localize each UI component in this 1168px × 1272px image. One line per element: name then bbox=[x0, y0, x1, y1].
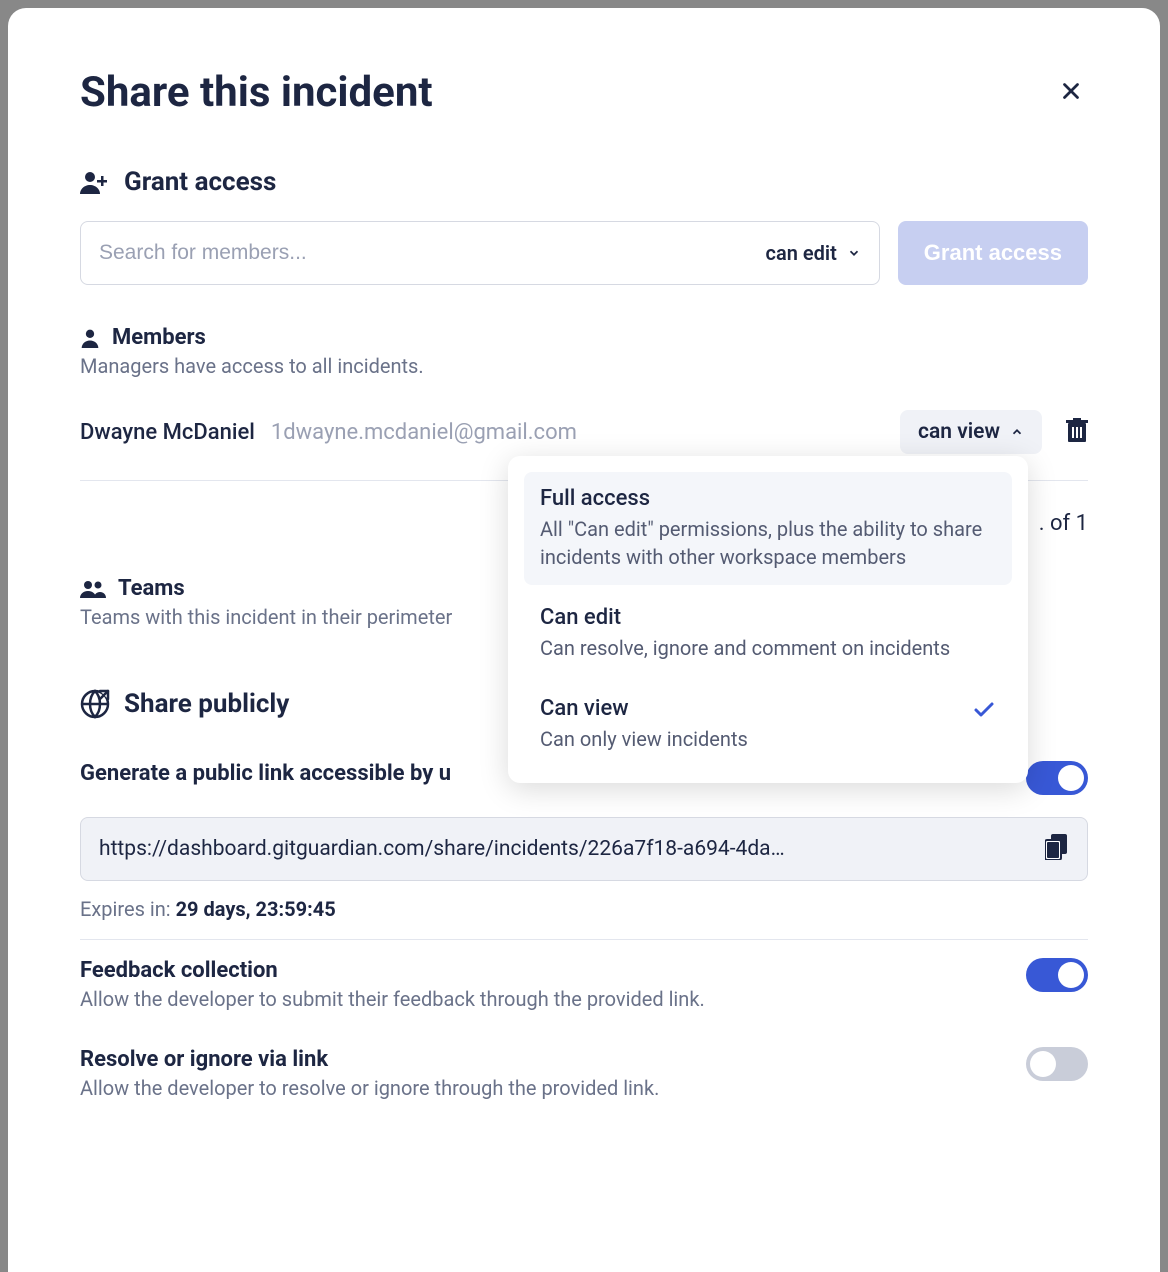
permission-option-description: Can resolve, ignore and comment on incid… bbox=[540, 634, 996, 662]
close-icon bbox=[1058, 78, 1084, 104]
check-icon bbox=[972, 698, 996, 726]
modal-header: Share this incident bbox=[80, 68, 1088, 117]
feedback-toggle[interactable] bbox=[1026, 958, 1088, 992]
resolve-title: Resolve or ignore via link bbox=[80, 1047, 659, 1072]
chevron-up-icon bbox=[1010, 425, 1024, 439]
feedback-description: Allow the developer to submit their feed… bbox=[80, 987, 705, 1011]
resolve-row: Resolve or ignore via link Allow the dev… bbox=[80, 1029, 1088, 1118]
permission-select-label: can edit bbox=[766, 241, 837, 265]
permission-dropdown: Full access All "Can edit" permissions, … bbox=[508, 456, 1028, 783]
toggle-knob bbox=[1058, 962, 1084, 988]
resolve-description: Allow the developer to resolve or ignore… bbox=[80, 1076, 659, 1100]
member-name: Dwayne McDaniel bbox=[80, 420, 255, 445]
grant-access-label: Grant access bbox=[124, 167, 276, 197]
permission-option-title: Full access bbox=[540, 486, 996, 511]
permission-option-description: All "Can edit" permissions, plus the abi… bbox=[540, 515, 996, 571]
grant-access-row: can edit Grant access bbox=[80, 221, 1088, 285]
search-members-input[interactable] bbox=[99, 241, 752, 265]
permission-option-title: Can edit bbox=[540, 605, 996, 630]
members-label: Members bbox=[112, 325, 206, 350]
trash-icon bbox=[1066, 418, 1088, 442]
grant-access-heading: Grant access bbox=[80, 167, 1088, 197]
member-permission-label: can view bbox=[918, 420, 1000, 444]
feedback-row: Feedback collection Allow the developer … bbox=[80, 939, 1088, 1029]
permission-option-full-access[interactable]: Full access All "Can edit" permissions, … bbox=[524, 472, 1012, 585]
members-description: Managers have access to all incidents. bbox=[80, 354, 1088, 378]
public-link-box: https://dashboard.gitguardian.com/share/… bbox=[80, 817, 1088, 881]
resolve-toggle[interactable] bbox=[1026, 1047, 1088, 1081]
permission-option-can-edit[interactable]: Can edit Can resolve, ignore and comment… bbox=[524, 591, 1012, 676]
expires-value: 29 days, 23:59:45 bbox=[176, 897, 336, 921]
expires-prefix: Expires in: bbox=[80, 897, 176, 921]
member-email: 1dwayne.mcdaniel@gmail.com bbox=[271, 420, 577, 445]
delete-member-button[interactable] bbox=[1066, 418, 1088, 446]
copy-link-button[interactable] bbox=[1045, 834, 1069, 864]
permission-option-can-view[interactable]: Can view Can only view incidents bbox=[524, 682, 1012, 767]
member-permission-select[interactable]: can view bbox=[900, 410, 1042, 454]
share-incident-modal: Share this incident Grant access can edi… bbox=[8, 8, 1160, 1272]
grant-access-button[interactable]: Grant access bbox=[898, 221, 1088, 285]
close-button[interactable] bbox=[1054, 74, 1088, 112]
generate-link-label: Generate a public link accessible by u bbox=[80, 761, 451, 786]
person-icon bbox=[80, 328, 100, 348]
chevron-down-icon bbox=[847, 246, 861, 260]
toggle-knob bbox=[1030, 1051, 1056, 1077]
people-icon bbox=[80, 580, 106, 598]
members-heading: Members bbox=[80, 325, 1088, 350]
toggle-knob bbox=[1058, 765, 1084, 791]
generate-link-toggle[interactable] bbox=[1026, 761, 1088, 795]
share-publicly-label: Share publicly bbox=[124, 689, 289, 719]
feedback-title: Feedback collection bbox=[80, 958, 705, 983]
search-members-box: can edit bbox=[80, 221, 880, 285]
permission-option-description: Can only view incidents bbox=[540, 725, 996, 753]
modal-title: Share this incident bbox=[80, 68, 433, 117]
person-add-icon bbox=[80, 170, 110, 194]
copy-icon bbox=[1045, 834, 1069, 860]
permission-select[interactable]: can edit bbox=[752, 241, 861, 265]
permission-option-title: Can view bbox=[540, 696, 996, 721]
expires-text: Expires in: 29 days, 23:59:45 bbox=[80, 897, 1088, 921]
public-link-text: https://dashboard.gitguardian.com/share/… bbox=[99, 837, 1033, 861]
globe-share-icon bbox=[80, 689, 110, 719]
teams-label: Teams bbox=[118, 576, 185, 601]
